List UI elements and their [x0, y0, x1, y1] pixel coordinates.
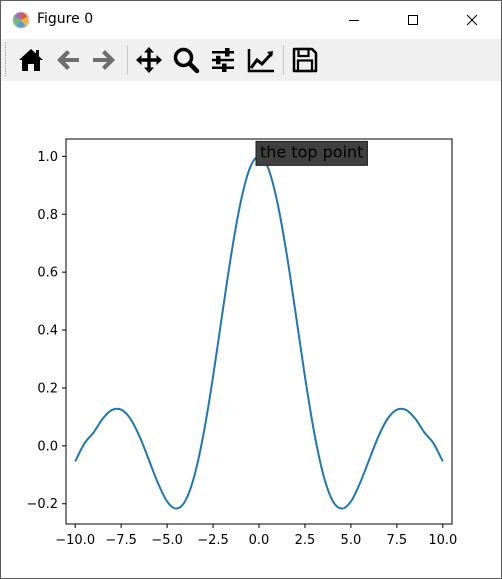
x-tick-label: −2.5: [197, 533, 229, 548]
window-title: Figure 0: [37, 11, 94, 27]
home-button[interactable]: [15, 43, 47, 77]
axes-frame: [65, 138, 453, 525]
x-tick-label: −10.0: [55, 533, 95, 548]
annotation-text: the top point: [260, 142, 363, 161]
navigation-toolbar: [1, 39, 501, 81]
x-tick-label: −5.0: [151, 533, 183, 548]
sliders-icon: [212, 48, 234, 72]
x-tick-label: 7.5: [387, 533, 408, 548]
annotation: the top point: [255, 140, 368, 166]
series-line: [74, 155, 444, 510]
y-tick-label: 0.4: [37, 324, 58, 339]
save-button[interactable]: [289, 43, 321, 77]
line-chart-icon: [247, 49, 274, 73]
y-tick-label: 0.6: [37, 266, 58, 281]
pan-button[interactable]: [133, 43, 165, 77]
zoom-button[interactable]: [170, 43, 202, 77]
floppy-disk-icon: [292, 47, 318, 73]
move-icon: [136, 47, 162, 73]
home-icon: [19, 49, 43, 71]
x-tick-label: −7.5: [105, 533, 137, 548]
figure-canvas[interactable]: −10.0 −7.5 −5.0 −2.5 0.0 2.5 5.0 7.5 10.0 −0.2 0.0…: [1, 81, 501, 578]
toolbar-separator: [127, 45, 128, 75]
title-bar[interactable]: Figure 0: [1, 1, 501, 39]
edit-axis-button[interactable]: [245, 43, 277, 77]
magnifier-icon: [173, 47, 200, 74]
subplots-button[interactable]: [207, 43, 239, 77]
figure-window: Figure 0 −10.0 −7.5 −5.0 −2.5 0.0 2.5 5.…: [0, 0, 502, 579]
ticks-layer: −10.0 −7.5 −5.0 −2.5 0.0 2.5 5.0 7.5 10.0 −0.2 0.0…: [26, 150, 457, 548]
back-button[interactable]: [52, 43, 84, 77]
y-tick-label: 1.0: [37, 150, 58, 165]
toolbar-grip[interactable]: [5, 43, 8, 76]
y-tick-label: 0.2: [37, 381, 58, 396]
y-tick-label: 0.0: [37, 439, 58, 454]
forward-button[interactable]: [88, 43, 120, 77]
x-tick-label: 10.0: [428, 533, 457, 548]
line-chart: −10.0 −7.5 −5.0 −2.5 0.0 2.5 5.0 7.5 10.0 −0.2 0.0…: [26, 138, 457, 548]
minimize-icon: [349, 20, 359, 21]
arrow-right-icon: [93, 50, 115, 70]
x-tick-label: 2.5: [295, 533, 316, 548]
x-tick-label: 0.0: [249, 533, 270, 548]
matplotlib-logo-icon: [12, 11, 30, 29]
toolbar-separator: [283, 45, 284, 75]
y-tick-label: −0.2: [26, 497, 58, 512]
maximize-button[interactable]: [390, 1, 436, 39]
x-tick-label: 5.0: [341, 533, 362, 548]
minimize-button[interactable]: [331, 1, 377, 39]
arrow-left-icon: [57, 50, 79, 70]
close-icon: [466, 14, 478, 26]
y-tick-label: 0.8: [37, 208, 58, 223]
maximize-icon: [408, 15, 418, 25]
close-button[interactable]: [449, 1, 495, 39]
